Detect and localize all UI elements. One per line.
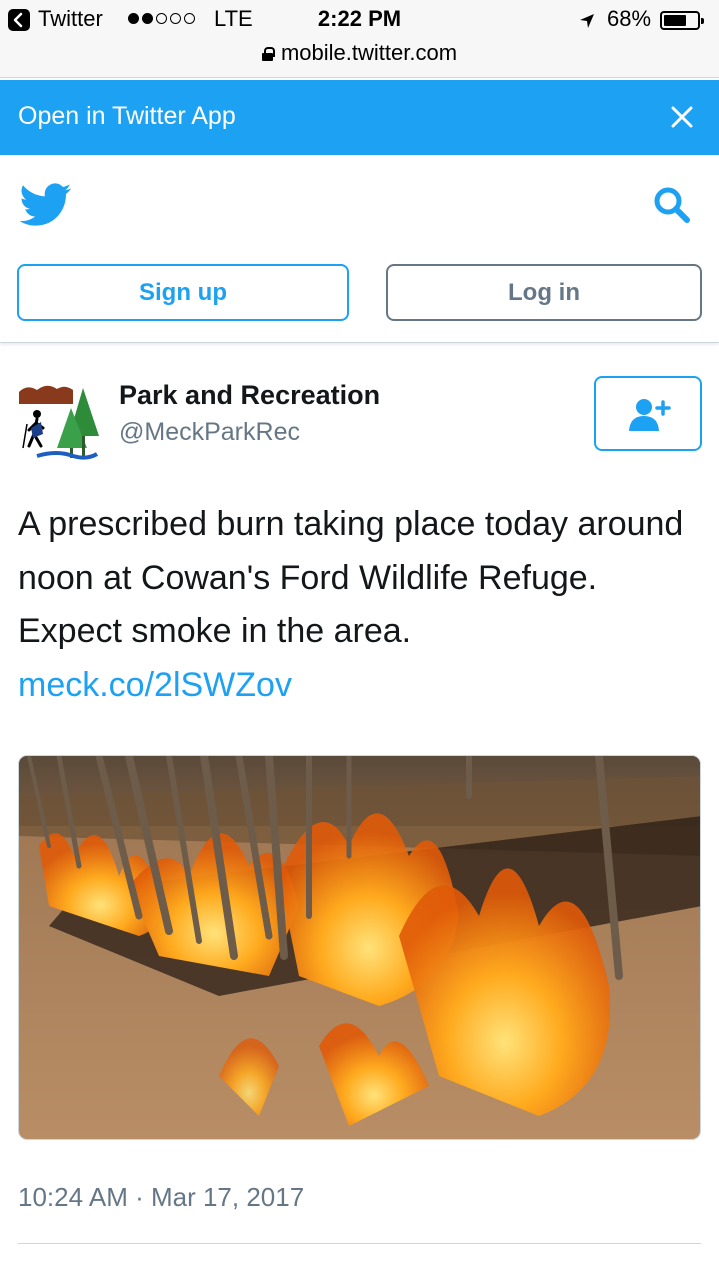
burn-photo-image — [19, 756, 700, 1139]
battery-icon — [660, 11, 704, 30]
site-header: Sign up Log in — [0, 155, 719, 343]
search-icon[interactable] — [650, 183, 694, 227]
divider — [18, 1243, 701, 1244]
author-name[interactable]: Park and Recreation — [119, 380, 380, 411]
lock-icon — [261, 47, 275, 61]
close-icon[interactable] — [667, 102, 697, 132]
follow-user-icon — [629, 399, 671, 431]
tweet-timestamp[interactable]: 10:24 AM · Mar 17, 2017 — [18, 1182, 304, 1213]
tweet-text: A prescribed burn taking place today aro… — [18, 498, 698, 712]
battery-percent: 68% — [607, 6, 652, 31]
log-in-button[interactable]: Log in — [386, 264, 702, 321]
twitter-bird-icon[interactable] — [19, 183, 72, 227]
follow-button[interactable] — [594, 376, 702, 451]
tweet-photo[interactable] — [18, 755, 701, 1140]
sign-up-button[interactable]: Sign up — [17, 264, 349, 321]
tweet-link[interactable]: meck.co/2lSWZov — [18, 659, 698, 713]
url-text: mobile.twitter.com — [280, 40, 458, 65]
status-bar: Twitter LTE 2:22 PM 68% mobile.twitter.c… — [0, 0, 719, 78]
open-in-app-banner[interactable]: Open in Twitter App — [0, 80, 719, 155]
tweet-body: A prescribed burn taking place today aro… — [18, 505, 684, 650]
location-arrow-icon — [578, 10, 596, 36]
park-logo-icon[interactable] — [17, 378, 101, 462]
open-in-app-text[interactable]: Open in Twitter App — [18, 102, 236, 131]
author-handle[interactable]: @MeckParkRec — [119, 418, 300, 447]
address-bar[interactable]: mobile.twitter.com — [0, 40, 719, 66]
